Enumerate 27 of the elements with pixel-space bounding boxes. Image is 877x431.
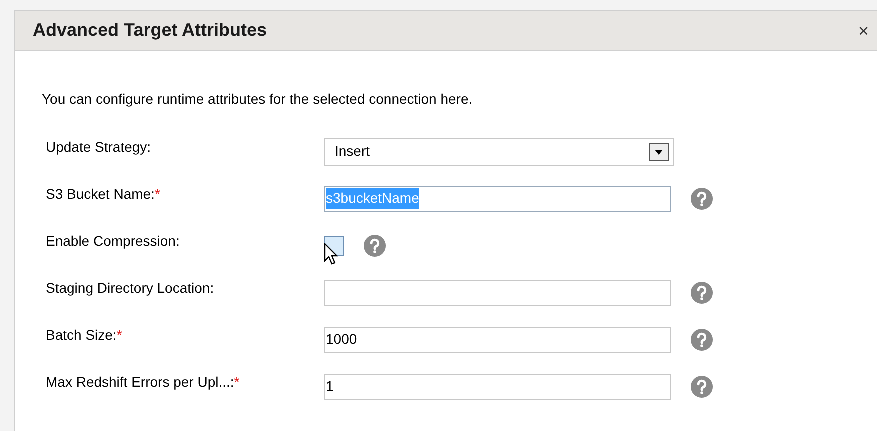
help-icon[interactable] <box>364 234 386 256</box>
dropdown[interactable]: Insert <box>324 138 674 166</box>
caret-icon[interactable] <box>649 142 669 160</box>
text-field[interactable]: 1 <box>324 374 671 400</box>
help-icon[interactable] <box>691 376 713 398</box>
required-mark: * <box>234 373 240 392</box>
required-mark: * <box>116 326 122 345</box>
help-icon[interactable] <box>691 328 713 350</box>
text-field[interactable] <box>324 280 671 306</box>
window-title: Advanced Target Attributes <box>33 19 268 42</box>
required-mark: * <box>154 185 160 204</box>
field-label: Update Strategy: <box>46 138 152 157</box>
field-value: 1 <box>326 377 334 396</box>
intro-text: You can configure runtime attributes for the selected connection here. <box>41 90 474 109</box>
help-icon[interactable] <box>691 282 713 304</box>
close-button[interactable]: × <box>858 22 869 40</box>
dropdown-value: Insert <box>335 142 370 161</box>
field-label: Staging Directory Location: <box>46 279 214 298</box>
text-field[interactable]: 1000 <box>324 326 671 352</box>
field-value: s3bucketName <box>326 188 420 209</box>
mouse-cursor-icon <box>324 242 338 264</box>
field-label: Enable Compression: <box>46 232 180 251</box>
field-value: 1000 <box>326 330 358 349</box>
field-label: S3 Bucket Name: <box>46 185 155 204</box>
help-icon[interactable] <box>691 188 713 210</box>
field-label: Batch Size: <box>46 326 117 345</box>
field-label: Max Redshift Errors per Upl...: <box>46 373 234 392</box>
